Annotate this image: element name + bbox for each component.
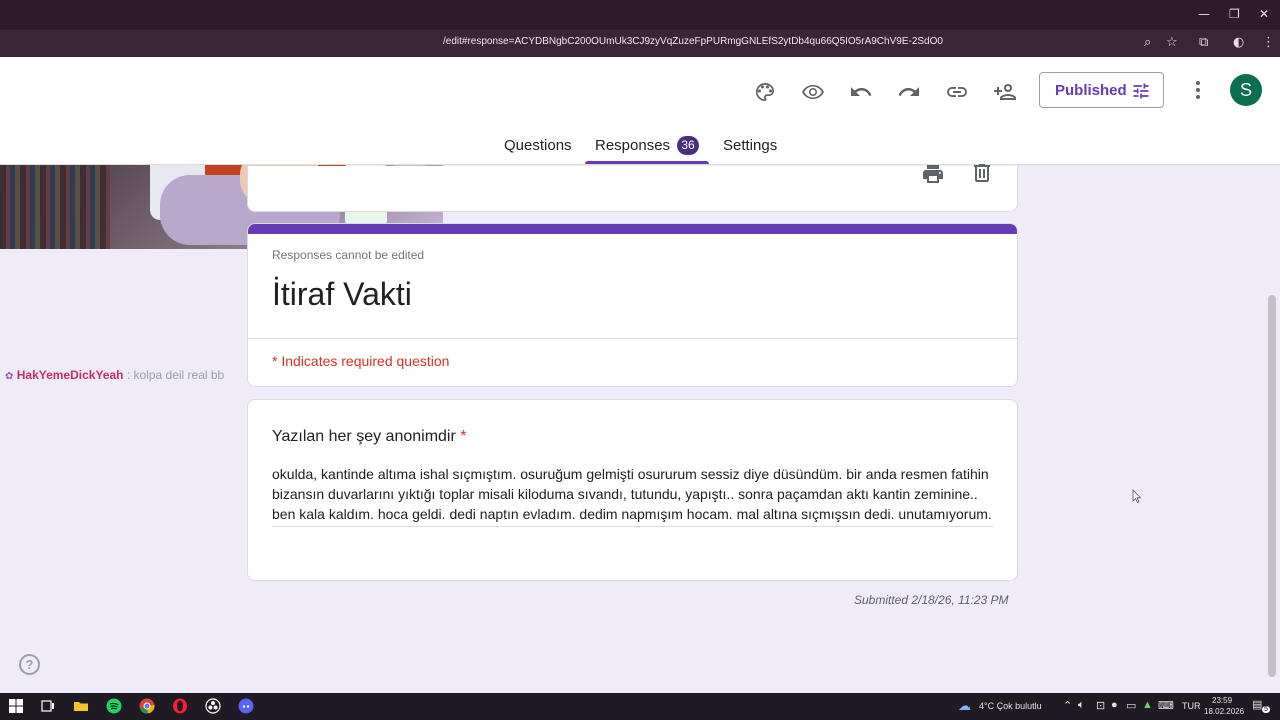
published-label: Published: [1055, 82, 1127, 99]
browser-titlebar: — ❐ ✕: [0, 0, 1280, 30]
close-window-button[interactable]: ✕: [1259, 7, 1269, 21]
published-button[interactable]: Published: [1039, 72, 1164, 108]
weather-text[interactable]: 4°C Çok bulutlu: [979, 701, 1042, 711]
question-card: Yazılan her şey anonimdir * okulda, kant…: [247, 399, 1018, 581]
notification-icon[interactable]: ▤: [1252, 698, 1262, 711]
language-indicator[interactable]: TUR: [1182, 701, 1201, 711]
form-title: İtiraf Vakti: [272, 276, 412, 312]
responses-count-badge: 36: [677, 136, 699, 155]
publish-settings-icon: [1133, 83, 1149, 99]
browser-addressbar: /edit#response=ACYDBNgbC200OUmUk3CJ9zyVq…: [0, 30, 1280, 57]
active-tab-indicator: [585, 161, 709, 164]
profile-icon[interactable]: ◐: [1233, 35, 1244, 50]
chat-badge-icon: ✿: [5, 371, 14, 382]
volume-icon[interactable]: 🔈︎: [1078, 699, 1085, 712]
forms-header: Published S Questions Responses 36 Setti…: [0, 57, 1280, 165]
discord-icon[interactable]: [238, 698, 255, 715]
question-label: Yazılan her şey anonimdir *: [272, 428, 466, 446]
tab-settings[interactable]: Settings: [723, 137, 777, 154]
browser-menu-icon[interactable]: ⋮: [1262, 35, 1275, 50]
undo-icon[interactable]: [849, 80, 873, 104]
minimize-button[interactable]: —: [1198, 7, 1210, 21]
security-icon[interactable]: ▲: [1142, 699, 1153, 711]
task-view-icon[interactable]: [40, 698, 57, 715]
chat-text: : kolpa deil real bb: [126, 368, 225, 382]
notification-count: 5: [1262, 706, 1270, 713]
restore-button[interactable]: ❐: [1229, 7, 1240, 21]
file-explorer-icon[interactable]: [73, 698, 90, 715]
obs-icon[interactable]: [205, 698, 222, 715]
form-title-card: Responses cannot be edited İtiraf Vakti …: [247, 223, 1018, 387]
no-edit-note: Responses cannot be edited: [272, 248, 425, 262]
zoom-icon[interactable]: ⌕: [1144, 35, 1151, 50]
network-icon[interactable]: ▭: [1126, 699, 1136, 712]
tab-responses[interactable]: Responses: [595, 137, 670, 154]
chrome-icon[interactable]: [139, 698, 156, 715]
opera-icon[interactable]: [172, 698, 189, 715]
preview-icon[interactable]: [801, 80, 825, 104]
spotify-icon[interactable]: [106, 698, 123, 715]
divider: [248, 338, 1017, 339]
submitted-timestamp: Submitted 2/18/26, 11:23 PM: [854, 593, 1009, 607]
theme-stripe: [248, 224, 1017, 234]
weather-icon[interactable]: ☁: [958, 698, 971, 714]
answer-text: okulda, kantinde altıma ishal sıçmıştım.…: [272, 464, 994, 527]
mouse-cursor-icon: [1132, 489, 1142, 508]
bookmark-star-icon[interactable]: ☆: [1166, 35, 1178, 50]
extensions-icon[interactable]: ⧉: [1199, 35, 1208, 50]
clock-date[interactable]: 18.02.2026: [1204, 707, 1244, 716]
add-collaborator-icon[interactable]: [993, 80, 1017, 104]
required-mark: *: [460, 428, 467, 445]
question-text: Yazılan her şey anonimdir: [272, 428, 456, 445]
link-icon[interactable]: [945, 80, 969, 104]
windows-taskbar: ☁ 4°C Çok bulutlu ⌃ 🔈︎ ⊡ ● ▭ ▲ ⌨ TUR 23:…: [0, 693, 1280, 720]
chat-message: ✿ HakYemeDickYeah : kolpa deil real bb: [5, 368, 224, 382]
url-field[interactable]: /edit#response=ACYDBNgbC200OUmUk3CJ9zyVq…: [443, 36, 943, 47]
palette-icon[interactable]: [753, 80, 777, 104]
chat-username: HakYemeDickYeah: [16, 368, 124, 382]
avatar[interactable]: S: [1230, 74, 1262, 106]
clock-time[interactable]: 23:59: [1212, 696, 1232, 705]
tray-overflow-icon[interactable]: ⌃: [1063, 699, 1072, 712]
help-icon[interactable]: ?: [19, 654, 40, 675]
keyboard-icon[interactable]: ⌨: [1158, 699, 1174, 712]
microphone-icon[interactable]: ●: [1111, 699, 1118, 711]
more-vert-icon[interactable]: [1186, 78, 1210, 102]
tab-questions[interactable]: Questions: [504, 137, 572, 154]
windows-start-icon[interactable]: [8, 698, 25, 715]
redo-icon[interactable]: [897, 80, 921, 104]
print-icon[interactable]: [921, 162, 945, 186]
scrollbar[interactable]: [1268, 295, 1276, 677]
delete-icon[interactable]: [970, 161, 994, 185]
response-toolbar-card: [247, 164, 1018, 212]
required-note: * Indicates required question: [272, 353, 450, 369]
device-icon[interactable]: ⊡: [1096, 699, 1105, 712]
